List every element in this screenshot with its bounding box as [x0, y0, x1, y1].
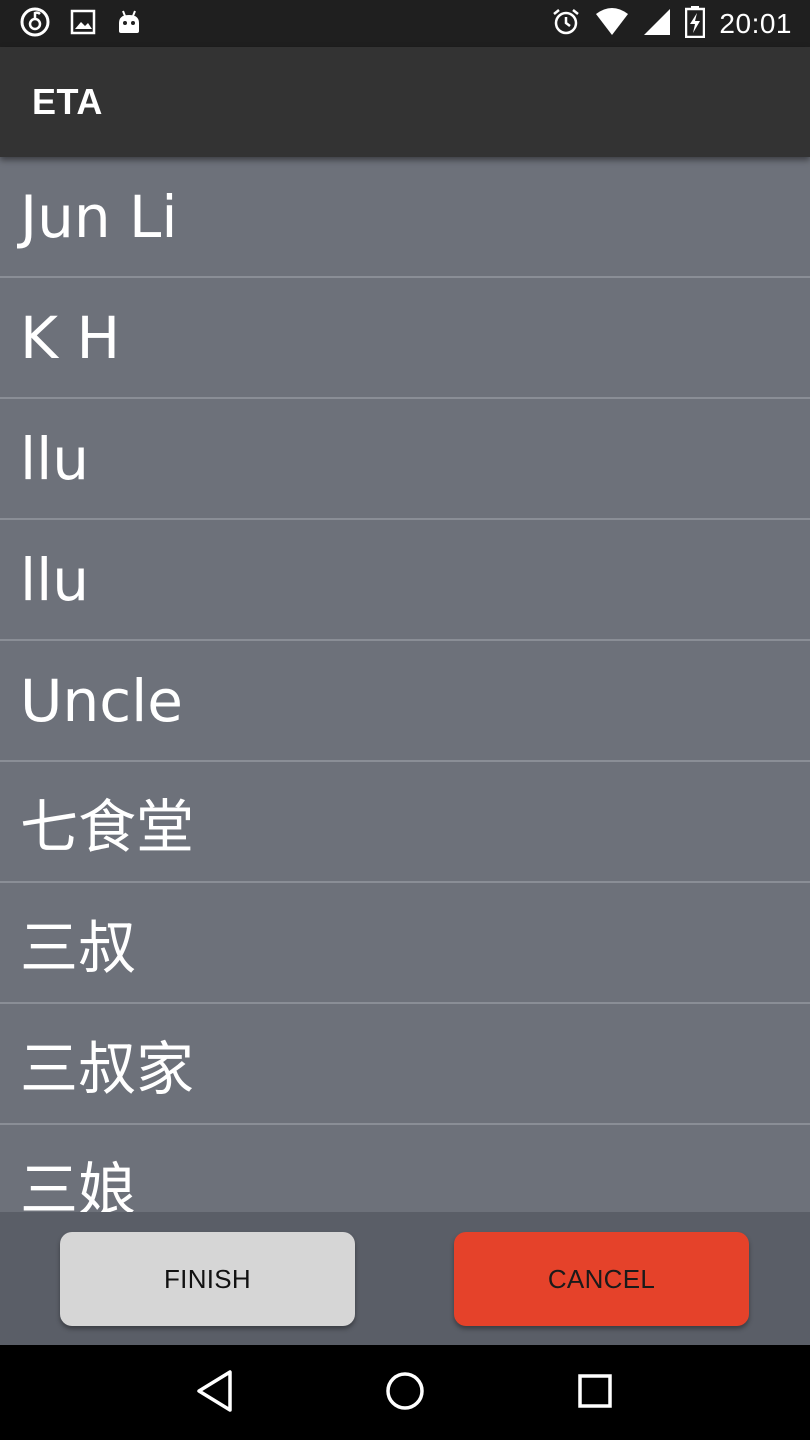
contact-name: K H [20, 303, 121, 372]
status-bar-right: 20:01 [551, 5, 792, 42]
battery-charging-icon [685, 5, 706, 42]
contact-item[interactable]: 七食堂 [0, 762, 810, 883]
contact-name: 三叔家 [20, 1034, 195, 1103]
android-robot-icon [116, 9, 142, 39]
contact-name: 三娘 [20, 1155, 137, 1213]
alarm-icon [551, 7, 581, 41]
back-button[interactable] [185, 1363, 245, 1423]
contact-item[interactable]: llu [0, 520, 810, 641]
app-title: ETA [32, 81, 103, 122]
back-icon [195, 1369, 235, 1417]
contact-name: Jun Li [20, 182, 178, 251]
recents-icon [577, 1373, 613, 1413]
contact-name: llu [20, 545, 89, 614]
finish-button[interactable]: FINISH [60, 1232, 355, 1326]
home-button[interactable] [375, 1363, 435, 1423]
status-time: 20:01 [719, 7, 792, 39]
contact-item[interactable]: K H [0, 278, 810, 399]
image-icon [70, 9, 96, 39]
recents-button[interactable] [565, 1363, 625, 1423]
status-bar-left [20, 7, 142, 41]
contact-item[interactable]: 三叔家 [0, 1004, 810, 1125]
contact-name: 七食堂 [20, 792, 195, 861]
contact-list[interactable]: Jun Li K H llu llu Uncle 七食堂 三叔 三叔家 三娘 [0, 157, 810, 1212]
contact-name: 三叔 [20, 913, 137, 982]
contact-item[interactable]: llu [0, 399, 810, 520]
wifi-icon [595, 7, 629, 40]
home-icon [384, 1370, 426, 1416]
netease-music-icon [20, 7, 50, 41]
contact-item[interactable]: 三叔 [0, 883, 810, 1004]
contact-item[interactable]: Uncle [0, 641, 810, 762]
contact-item[interactable]: 三娘 [0, 1125, 810, 1213]
navigation-bar [0, 1345, 810, 1440]
cell-signal-icon [643, 8, 671, 40]
button-bar: FINISH CANCEL [0, 1212, 810, 1345]
contact-name: llu [20, 424, 89, 493]
cancel-button[interactable]: CANCEL [454, 1232, 749, 1326]
app-bar: ETA [0, 47, 810, 157]
contact-name: Uncle [20, 666, 183, 735]
contact-item[interactable]: Jun Li [0, 157, 810, 278]
status-bar: 20:01 [0, 0, 810, 47]
